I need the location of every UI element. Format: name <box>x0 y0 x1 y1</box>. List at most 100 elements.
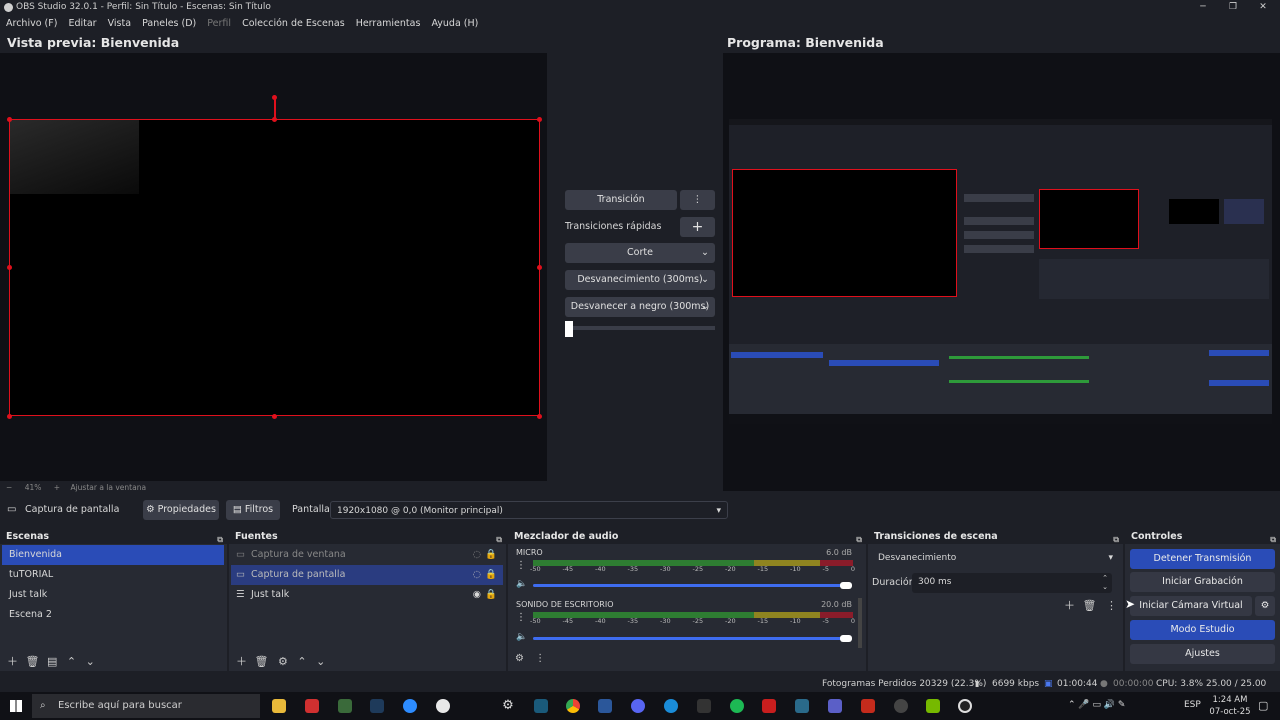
acrobat-icon[interactable] <box>762 699 776 713</box>
mic-volume-slider[interactable] <box>533 584 848 587</box>
dock-menu-icon[interactable]: ⧉ <box>1270 532 1276 547</box>
add-scene-icon[interactable]: ＋ <box>7 655 18 668</box>
menu-coleccion[interactable]: Colección de Escenas <box>242 18 345 29</box>
epic-games-icon[interactable] <box>697 699 711 713</box>
tbar-track[interactable] <box>565 326 715 330</box>
word-icon[interactable] <box>598 699 612 713</box>
scene-item[interactable]: tuTORIAL <box>2 565 224 585</box>
edge-icon[interactable] <box>534 699 548 713</box>
discord-icon[interactable] <box>631 699 645 713</box>
add-transition-icon[interactable]: ＋ <box>1064 599 1075 612</box>
menu-vista[interactable]: Vista <box>108 18 131 29</box>
fit-window-label[interactable]: Ajustar a la ventana <box>70 483 146 492</box>
app-gray-icon[interactable] <box>894 699 908 713</box>
app-red-icon[interactable] <box>305 699 319 713</box>
visibility-hidden-icon[interactable]: ◌ <box>473 545 481 565</box>
desktop-volume-icon[interactable]: 🔈 <box>516 632 527 642</box>
clock[interactable]: 1:24 AM 07-oct-25 <box>1208 694 1252 718</box>
resize-handle-b[interactable] <box>272 414 277 419</box>
file-explorer-icon[interactable] <box>272 699 286 713</box>
windows-start-icon[interactable] <box>10 700 22 712</box>
quick-transition-fade[interactable]: Desvanecimiento (300ms) ⌄ <box>565 270 715 290</box>
language-indicator[interactable]: ESP <box>1184 700 1201 710</box>
menu-archivo[interactable]: Archivo (F) <box>6 18 57 29</box>
desktop-menu-icon[interactable]: ⋮ <box>516 612 526 623</box>
app-red2-icon[interactable] <box>861 699 875 713</box>
transition-select[interactable]: Desvanecimiento ▾ <box>872 549 1119 569</box>
app-teal-icon[interactable] <box>795 699 809 713</box>
source-item[interactable]: ▭ Captura de pantalla ◌ 🔒 <box>231 565 503 585</box>
start-recording-button[interactable]: Iniciar Grabación <box>1130 572 1275 592</box>
dock-menu-icon[interactable]: ⧉ <box>1113 532 1119 547</box>
resize-handle-r[interactable] <box>537 265 542 270</box>
teams-icon[interactable] <box>828 699 842 713</box>
mixer-scrollbar[interactable] <box>858 598 862 648</box>
rotation-handle[interactable] <box>272 95 277 100</box>
menu-ayuda[interactable]: Ayuda (H) <box>431 18 478 29</box>
scene-item[interactable]: Just talk <box>2 585 224 605</box>
move-up-icon[interactable]: ⌃ <box>67 655 76 668</box>
move-down-icon[interactable]: ⌄ <box>86 655 95 668</box>
duration-input[interactable]: 300 ms ⌃ ⌄ <box>912 573 1112 593</box>
mic-menu-icon[interactable]: ⋮ <box>516 560 526 571</box>
nvidia-icon[interactable] <box>926 699 940 713</box>
spotify-icon[interactable] <box>730 699 744 713</box>
menu-perfil[interactable]: Perfil <box>207 18 231 29</box>
add-quick-transition-icon[interactable]: + <box>680 217 715 237</box>
visibility-icon[interactable]: ◉ <box>473 585 481 605</box>
menu-editar[interactable]: Editar <box>68 18 96 29</box>
mic-volume-knob[interactable] <box>840 582 852 589</box>
tbar-handle[interactable] <box>565 321 573 337</box>
steam-icon[interactable] <box>370 699 384 713</box>
maximize-button[interactable]: ❐ <box>1218 0 1248 15</box>
source-item[interactable]: ▭ Captura de ventana ◌ 🔒 <box>231 545 503 565</box>
start-virtual-camera-button[interactable]: Iniciar Cámara Virtual <box>1130 596 1252 616</box>
studio-mode-button[interactable]: Modo Estudio <box>1130 620 1275 640</box>
resize-handle-tr[interactable] <box>537 117 542 122</box>
scene-filters-icon[interactable]: ▤ <box>47 655 57 668</box>
resize-handle-t[interactable] <box>272 117 277 122</box>
notifications-icon[interactable]: ▢ <box>1258 699 1268 712</box>
tray-icons[interactable]: ⌃ 🎤 ▭ 🔊 ✎ <box>1068 700 1125 710</box>
lock-icon[interactable]: 🔒 <box>485 545 497 565</box>
virtual-camera-settings-icon[interactable]: ⚙ <box>1255 596 1275 616</box>
lock-icon[interactable]: 🔒 <box>485 565 497 585</box>
dock-menu-icon[interactable]: ⧉ <box>856 532 862 547</box>
lock-icon[interactable]: 🔒 <box>485 585 497 605</box>
scene-item[interactable]: Escena 2 <box>2 605 224 625</box>
taskbar-search[interactable]: ⌕ Escribe aquí para buscar <box>32 694 260 718</box>
zoom-in-button[interactable]: + <box>54 483 60 492</box>
remove-scene-icon[interactable]: 🗑 <box>26 655 40 668</box>
mixer-settings-icon[interactable]: ⚙ <box>515 653 524 664</box>
resize-handle-l[interactable] <box>7 265 12 270</box>
move-down-icon[interactable]: ⌄ <box>316 655 325 668</box>
remove-source-icon[interactable]: 🗑 <box>255 655 269 668</box>
mic-volume-icon[interactable]: 🔈 <box>516 579 527 589</box>
app-blue-icon[interactable] <box>664 699 678 713</box>
transition-menu-icon[interactable]: ⋮ <box>1106 599 1117 612</box>
quick-transition-fade-black[interactable]: Desvanecer a negro (300ms) ⌄ <box>565 297 715 317</box>
preview-area[interactable] <box>0 53 547 481</box>
obs-taskbar-icon[interactable] <box>958 699 972 713</box>
zoom-out-button[interactable]: − <box>6 483 12 492</box>
menu-herramientas[interactable]: Herramientas <box>356 18 421 29</box>
minimize-button[interactable]: ─ <box>1188 0 1218 15</box>
transition-menu-icon[interactable]: ⋮ <box>680 190 715 210</box>
source-item[interactable]: ☰ Just talk ◉ 🔒 <box>231 585 503 605</box>
mixer-menu-icon[interactable]: ⋮ <box>535 653 545 664</box>
dock-menu-icon[interactable]: ⧉ <box>217 532 223 547</box>
close-button[interactable]: ✕ <box>1248 0 1278 15</box>
properties-button[interactable]: ⚙ Propiedades <box>143 500 219 520</box>
transition-button[interactable]: Transición <box>565 190 677 210</box>
settings-gear-icon[interactable]: ⚙ <box>501 699 515 713</box>
menu-paneles[interactable]: Paneles (D) <box>142 18 196 29</box>
visibility-hidden-icon[interactable]: ◌ <box>473 565 481 585</box>
chrome-icon[interactable] <box>566 699 580 713</box>
quick-transition-corte[interactable]: Corte ⌄ <box>565 243 715 263</box>
app-green-icon[interactable] <box>338 699 352 713</box>
add-source-icon[interactable]: ＋ <box>236 655 247 668</box>
filters-button[interactable]: ▤ Filtros <box>226 500 280 520</box>
selection-box[interactable] <box>9 119 540 416</box>
scene-item[interactable]: Bienvenida <box>2 545 224 565</box>
move-up-icon[interactable]: ⌃ <box>297 655 306 668</box>
